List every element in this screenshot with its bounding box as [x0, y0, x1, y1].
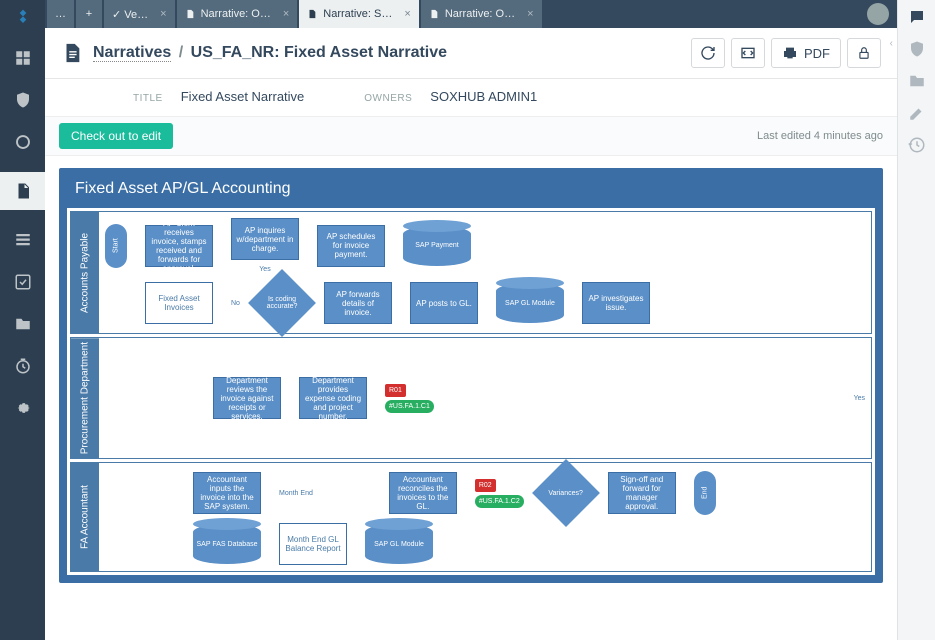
tab-new[interactable]: +	[76, 0, 102, 28]
breadcrumb-parent[interactable]: Narratives	[93, 44, 171, 62]
lane-label: Procurement Department	[71, 338, 99, 458]
close-icon[interactable]: ×	[404, 8, 410, 20]
close-icon[interactable]: ×	[160, 8, 166, 20]
flow-box: Accountant reconciles the invoices to th…	[389, 472, 457, 514]
flow-end: End	[694, 471, 716, 515]
flow-datastore: SAP GL Module	[496, 283, 564, 323]
edit-icon[interactable]	[908, 104, 926, 122]
flow-decision: Is coding accurate?	[248, 269, 316, 337]
risk-badge: R01	[385, 384, 406, 397]
flowchart-title: Fixed Asset AP/GL Accounting	[67, 176, 875, 208]
nav-progress-icon[interactable]	[11, 130, 35, 154]
right-rail: ‹	[897, 0, 935, 640]
refresh-button[interactable]	[691, 38, 725, 68]
title-label: TITLE	[133, 93, 163, 104]
control-badge: #US.FA.1.C1	[385, 400, 434, 413]
document-icon	[61, 42, 83, 64]
tab-menu[interactable]: …	[47, 0, 74, 28]
checkout-button[interactable]: Check out to edit	[59, 123, 173, 149]
nav-documents-icon[interactable]	[0, 172, 45, 210]
folder-icon[interactable]	[908, 72, 926, 90]
flow-datastore: SAP FAS Database	[193, 524, 261, 564]
nav-settings-icon[interactable]	[11, 396, 35, 420]
flow-doc: Fixed Asset Invoices	[145, 282, 213, 324]
flow-annot-monthend: Month End	[279, 490, 313, 497]
control-badge: #US.FA.1.C2	[475, 495, 524, 508]
tab-bar: … + ✓ Ve…× Narrative: O…× Narrative: S…×…	[45, 0, 897, 28]
flow-decision: Variances?	[532, 459, 600, 527]
owners-value: SOXHUB ADMIN1	[430, 89, 537, 104]
app-logo-icon	[13, 8, 33, 28]
header-actions: PDF	[691, 38, 881, 68]
nav-list-icon[interactable]	[11, 228, 35, 252]
tab-item-1[interactable]: ✓ Ve…×	[104, 0, 175, 28]
flow-box: Accountant inputs the invoice into the S…	[193, 472, 261, 514]
nav-checkbox-icon[interactable]	[11, 270, 35, 294]
fullscreen-button[interactable]	[731, 38, 765, 68]
flow-box: Sign-off and forward for manager approva…	[608, 472, 676, 514]
flow-annot-no: No	[231, 300, 240, 307]
flow-doc: Month End GL Balance Report	[279, 523, 347, 565]
tab-item-active[interactable]: Narrative: S…×	[299, 0, 419, 28]
lane-fa-accountant: FA Accountant Accountant inputs the invo…	[70, 462, 872, 572]
action-bar: Check out to edit Last edited 4 minutes …	[45, 116, 897, 156]
flow-datastore: SAP GL Module	[365, 524, 433, 564]
risk-badge: R02	[475, 479, 496, 492]
flow-box: AP forwards details of invoice.	[324, 282, 392, 324]
title-value: Fixed Asset Narrative	[181, 89, 305, 104]
last-edited-text: Last edited 4 minutes ago	[757, 130, 883, 142]
breadcrumb-current: US_FA_NR: Fixed Asset Narrative	[191, 44, 447, 61]
flow-annot-yes: Yes	[259, 266, 270, 273]
breadcrumb-sep: /	[179, 44, 183, 61]
breadcrumb: Narratives / US_FA_NR: Fixed Asset Narra…	[93, 44, 447, 62]
lane-label: FA Accountant	[71, 463, 99, 571]
flow-box: Department provides expense coding and p…	[299, 377, 367, 419]
document-viewport[interactable]: Fixed Asset AP/GL Accounting Accounts Pa…	[45, 156, 897, 640]
flow-box: AP schedules for invoice payment.	[317, 225, 385, 267]
nav-dashboard-icon[interactable]	[11, 46, 35, 70]
flow-box: AP inquires w/department in charge.	[231, 218, 299, 260]
page-header: Narratives / US_FA_NR: Fixed Asset Narra…	[45, 28, 897, 79]
close-icon[interactable]: ×	[527, 8, 533, 20]
tab-item-4[interactable]: Narrative: O…×	[421, 0, 542, 28]
shield-icon[interactable]	[908, 40, 926, 58]
flow-box: AP posts to GL.	[410, 282, 478, 324]
pdf-button[interactable]: PDF	[771, 38, 841, 68]
user-avatar[interactable]	[867, 3, 889, 25]
collapse-icon[interactable]: ‹	[890, 38, 893, 49]
lane-label: Accounts Payable	[71, 212, 99, 333]
lane-accounts-payable: Accounts Payable Start AP Clerk receives…	[70, 211, 872, 334]
flow-start: Start	[105, 224, 127, 268]
flow-box: Department reviews the invoice against r…	[213, 377, 281, 419]
nav-clock-icon[interactable]	[11, 354, 35, 378]
flowchart: Fixed Asset AP/GL Accounting Accounts Pa…	[59, 168, 883, 583]
flow-box: AP investigates issue.	[582, 282, 650, 324]
close-icon[interactable]: ×	[283, 8, 289, 20]
flow-datastore: SAP Payment	[403, 226, 471, 266]
flow-box: AP Clerk receives invoice, stamps receiv…	[145, 225, 213, 267]
meta-row: TITLE Fixed Asset Narrative OWNERS SOXHUB …	[45, 79, 897, 116]
main-content: … + ✓ Ve…× Narrative: O…× Narrative: S…×…	[45, 0, 897, 640]
tab-item-2[interactable]: Narrative: O…×	[177, 0, 298, 28]
lane-procurement: Procurement Department Department review…	[70, 337, 872, 459]
history-icon[interactable]	[908, 136, 926, 154]
left-nav-rail	[0, 0, 45, 640]
nav-folder-icon[interactable]	[11, 312, 35, 336]
nav-shield-icon[interactable]	[11, 88, 35, 112]
lock-button[interactable]	[847, 38, 881, 68]
flow-annot-yes: Yes	[854, 395, 865, 402]
comments-icon[interactable]	[908, 8, 926, 26]
owners-label: OWNERS	[364, 93, 412, 104]
